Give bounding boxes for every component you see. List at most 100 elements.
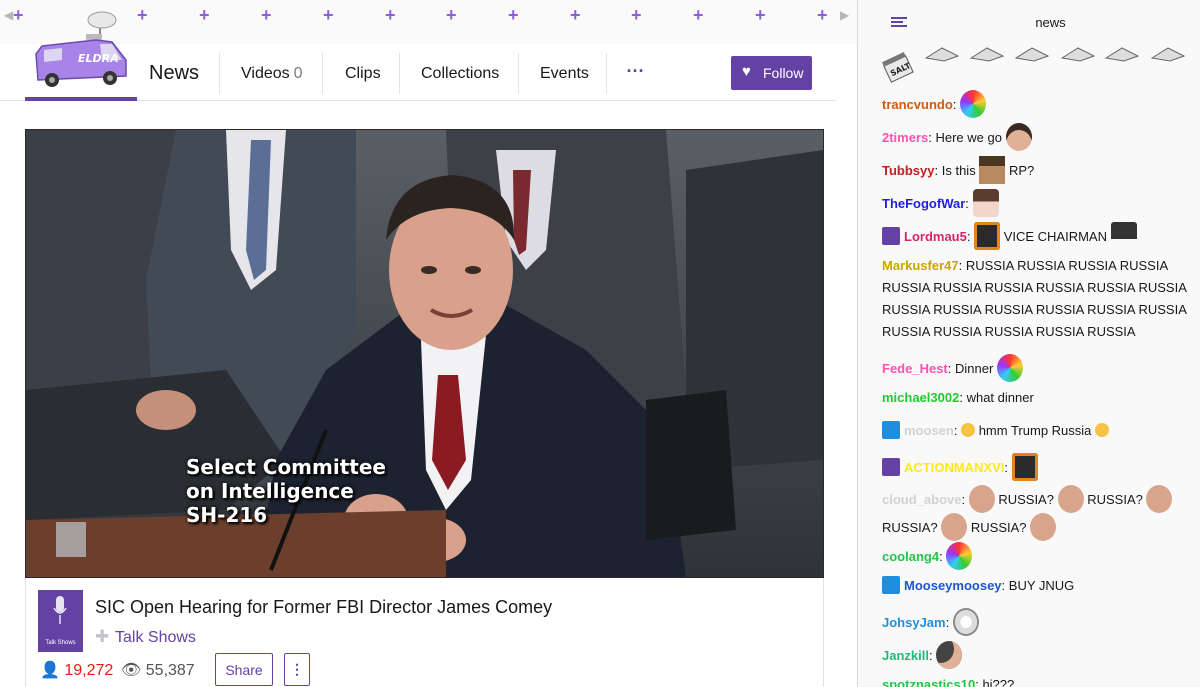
- thinking-emoji-icon: [1095, 423, 1110, 437]
- person-icon: 👤: [40, 662, 60, 679]
- heart-icon: ♥: [742, 63, 751, 80]
- face-emote-icon: [941, 513, 968, 541]
- chat-message: Markusfer47: RUSSIA RUSSIA RUSSIA RUSSIA…: [882, 258, 1187, 339]
- rainbow-face-emote-icon: [996, 354, 1023, 382]
- chat-username[interactable]: Tubbsyy: [882, 163, 935, 178]
- chat-username[interactable]: cloud_above: [882, 492, 961, 507]
- video-frame[interactable]: [26, 130, 823, 577]
- chat-message: trancvundo:: [882, 90, 1198, 118]
- channel-nav: ELDRA News Videos 0 Clips Collections Eve…: [0, 11, 837, 101]
- tab-events-label: Events: [540, 65, 589, 82]
- chat-username[interactable]: trancvundo: [882, 97, 953, 112]
- chat-username[interactable]: moosen: [904, 423, 954, 438]
- tab-clips[interactable]: Clips: [322, 53, 400, 94]
- chat-message: coolang4:: [882, 542, 1198, 570]
- crown-badge-icon: [882, 421, 900, 439]
- chat-message: spotznastics10: hi???: [882, 674, 1198, 687]
- caption-line: SH-216: [186, 503, 268, 527]
- game-box-label: Talk Shows: [45, 640, 76, 646]
- banner-right-arrow-icon[interactable]: ▶: [840, 8, 849, 22]
- banner-plus-icon: +: [323, 5, 334, 25]
- view-count-value: 55,387: [145, 662, 195, 679]
- chat-username[interactable]: Fede_Hest: [882, 361, 948, 376]
- video-title: SIC Open Hearing for Former FBI Director…: [95, 597, 553, 617]
- thinking-emoji-icon: [961, 423, 976, 437]
- chat-text: RUSSIA?: [882, 520, 938, 535]
- banner-plus-icon: +: [13, 5, 24, 25]
- chat-header: news: [858, 0, 1200, 46]
- chat-text: RP?: [1008, 163, 1035, 178]
- salt-icon: [1014, 47, 1050, 62]
- chat-message: cloud_above: RUSSIA? RUSSIA? RUSSIA? RUS…: [882, 485, 1198, 541]
- salt-shaker-icon: SALT: [882, 52, 914, 83]
- game-controller-icon: ✚: [95, 627, 110, 646]
- chat-username[interactable]: 2timers: [882, 130, 928, 145]
- chat-message: Janzkill:: [882, 641, 1198, 669]
- game-link-label: Talk Shows: [115, 629, 196, 646]
- more-options-button[interactable]: ⋮: [284, 653, 310, 686]
- video-info: Talk Shows SIC Open Hearing for Former F…: [25, 578, 824, 687]
- game-box-art[interactable]: Talk Shows: [38, 590, 83, 652]
- orange-emote-icon: [974, 222, 1001, 250]
- banner-plus-icon: +: [385, 5, 396, 25]
- chat-username[interactable]: michael3002: [882, 390, 959, 405]
- active-tab-indicator: [25, 97, 137, 101]
- banner-plus-icon: +: [199, 5, 210, 25]
- crown-badge-icon: [882, 576, 900, 594]
- chat-message: Fede_Hest: Dinner: [882, 354, 1198, 382]
- face-emote-icon: [1146, 485, 1173, 513]
- chat-message: michael3002: what dinner: [882, 390, 1034, 405]
- salt-icon: [1104, 47, 1140, 62]
- tab-events[interactable]: Events: [518, 53, 607, 94]
- face-emote-icon: [1005, 123, 1032, 151]
- tab-videos-label: Videos: [241, 65, 290, 82]
- chat-title: news: [1035, 15, 1066, 30]
- salt-icon: [924, 47, 960, 62]
- banner-plus-icon: +: [446, 5, 457, 25]
- tab-collections-label: Collections: [421, 65, 500, 82]
- more-tabs-label: ···: [626, 61, 645, 81]
- chat-username[interactable]: Janzkill: [882, 648, 929, 663]
- channel-name[interactable]: News: [149, 62, 199, 85]
- chat-text: Is this: [941, 163, 976, 178]
- rainbow-face-emote-icon: [946, 542, 973, 570]
- chat-username[interactable]: JohsyJam: [882, 615, 946, 630]
- chat-message: Mooseymoosey: BUY JNUG: [882, 575, 1198, 597]
- prime-badge-icon: [882, 227, 900, 245]
- chat-username[interactable]: spotznastics10: [882, 677, 975, 687]
- share-button[interactable]: Share: [215, 653, 273, 686]
- news-van-logo-icon[interactable]: ELDRA: [28, 10, 138, 90]
- video-player[interactable]: Select Committee on Intelligence SH-216: [25, 129, 824, 578]
- view-count: 👁 55,387: [121, 660, 195, 680]
- chat-username[interactable]: TheFogofWar: [882, 196, 965, 211]
- face-emote-icon: [1030, 513, 1057, 541]
- chat-text: RUSSIA?: [1087, 492, 1143, 507]
- chat-message: moosen: hmm Trump Russia: [882, 420, 1198, 442]
- chat-username[interactable]: Mooseymoosey: [904, 578, 1002, 593]
- chat-panel: news SALT trancvundo: 2timers: Here we g…: [857, 0, 1200, 687]
- follow-button[interactable]: ♥ Follow: [731, 56, 812, 90]
- banner-left-arrow-icon[interactable]: ◀: [4, 8, 13, 22]
- chat-username[interactable]: ACTIONMANXVI: [904, 460, 1004, 475]
- tab-collections[interactable]: Collections: [399, 53, 519, 94]
- face-emote-icon: [1057, 485, 1084, 513]
- chat-message: Tubbsyy: Is this RP?: [882, 156, 1198, 184]
- tab-videos[interactable]: Videos 0: [219, 53, 323, 94]
- chat-username[interactable]: Markusfer47: [882, 258, 959, 273]
- banner-plus-icon: +: [261, 5, 272, 25]
- chat-text: hmm Trump Russia: [978, 423, 1092, 438]
- microphone-icon: [53, 596, 67, 624]
- chat-message: TheFogofWar:: [882, 189, 1198, 217]
- follow-label: Follow: [763, 65, 804, 81]
- chat-username[interactable]: Lordmau5: [904, 229, 967, 244]
- more-tabs-button[interactable]: ···: [606, 53, 664, 94]
- banner-plus-icon: +: [631, 5, 642, 25]
- game-link[interactable]: ✚ Talk Shows: [95, 627, 196, 647]
- pixel-face-emote-icon: [979, 156, 1006, 184]
- chat-text: RUSSIA?: [998, 492, 1054, 507]
- salt-icon: [1060, 47, 1096, 62]
- channel-main: ◀ + + + + + + + + + + + + + ▶ ELDRA News…: [0, 0, 857, 687]
- rainbow-face-emote-icon: [960, 90, 987, 118]
- salt-icon: [1150, 47, 1186, 62]
- chat-username[interactable]: coolang4: [882, 549, 939, 564]
